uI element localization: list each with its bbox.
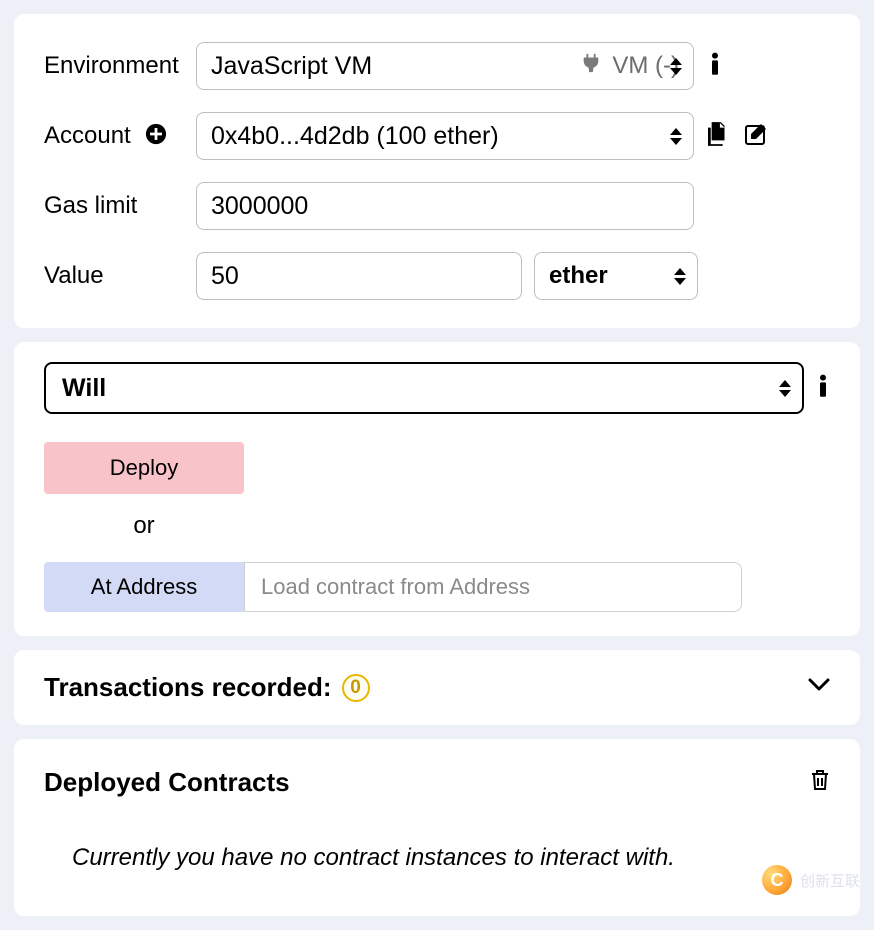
- account-label: Account: [44, 122, 131, 150]
- account-select[interactable]: 0x4b0...4d2db (100 ether): [196, 112, 694, 160]
- transactions-panel[interactable]: Transactions recorded: 0: [14, 650, 860, 725]
- info-icon[interactable]: [708, 52, 722, 81]
- info-icon[interactable]: [816, 374, 830, 403]
- deployed-panel: Deployed Contracts Currently you have no…: [14, 739, 860, 916]
- plug-icon: [580, 52, 602, 81]
- caret-icon: [673, 266, 687, 286]
- environment-row: Environment JavaScript VM VM (-): [44, 42, 830, 90]
- value-input[interactable]: [211, 262, 507, 291]
- caret-icon: [778, 378, 792, 398]
- value-unit: ether: [549, 262, 608, 290]
- gas-row: Gas limit: [44, 182, 830, 230]
- account-value: 0x4b0...4d2db (100 ether): [211, 122, 499, 151]
- watermark-text: 创新互联: [800, 870, 860, 891]
- copy-icon[interactable]: [708, 122, 730, 151]
- deployed-empty-text: Currently you have no contract instances…: [72, 844, 830, 872]
- settings-panel: Environment JavaScript VM VM (-) Account: [14, 14, 860, 328]
- trash-icon[interactable]: [810, 768, 830, 797]
- transactions-title: Transactions recorded:: [44, 672, 332, 703]
- environment-select[interactable]: JavaScript VM VM (-): [196, 42, 694, 90]
- or-label: or: [44, 512, 244, 540]
- deploy-panel: Will Deploy or At Address: [14, 342, 860, 636]
- caret-icon: [669, 126, 683, 146]
- chevron-down-icon[interactable]: [808, 678, 830, 697]
- deployed-title: Deployed Contracts: [44, 767, 290, 798]
- at-address-button[interactable]: At Address: [44, 562, 244, 612]
- value-unit-select[interactable]: ether: [534, 252, 698, 300]
- caret-icon: [669, 56, 683, 76]
- plus-circle-icon[interactable]: [145, 123, 167, 150]
- gas-label: Gas limit: [44, 192, 196, 220]
- deploy-button[interactable]: Deploy: [44, 442, 244, 494]
- account-row: Account 0x4b0...4d2db (100 ether): [44, 112, 830, 160]
- watermark-logo-icon: C: [762, 865, 792, 895]
- edit-icon[interactable]: [744, 122, 768, 151]
- watermark: C 创新互联: [762, 865, 860, 895]
- environment-value: JavaScript VM: [211, 52, 372, 81]
- address-input[interactable]: [244, 562, 742, 612]
- gas-input-wrap: [196, 182, 694, 230]
- at-address-row: At Address: [44, 562, 830, 612]
- value-row: Value ether: [44, 252, 830, 300]
- transactions-count-badge: 0: [342, 674, 370, 702]
- gas-input[interactable]: [211, 192, 679, 221]
- contract-selected: Will: [62, 374, 106, 403]
- environment-label: Environment: [44, 52, 196, 80]
- contract-select[interactable]: Will: [44, 362, 804, 414]
- value-input-wrap: [196, 252, 522, 300]
- value-label: Value: [44, 262, 196, 290]
- contract-row: Will: [44, 362, 830, 414]
